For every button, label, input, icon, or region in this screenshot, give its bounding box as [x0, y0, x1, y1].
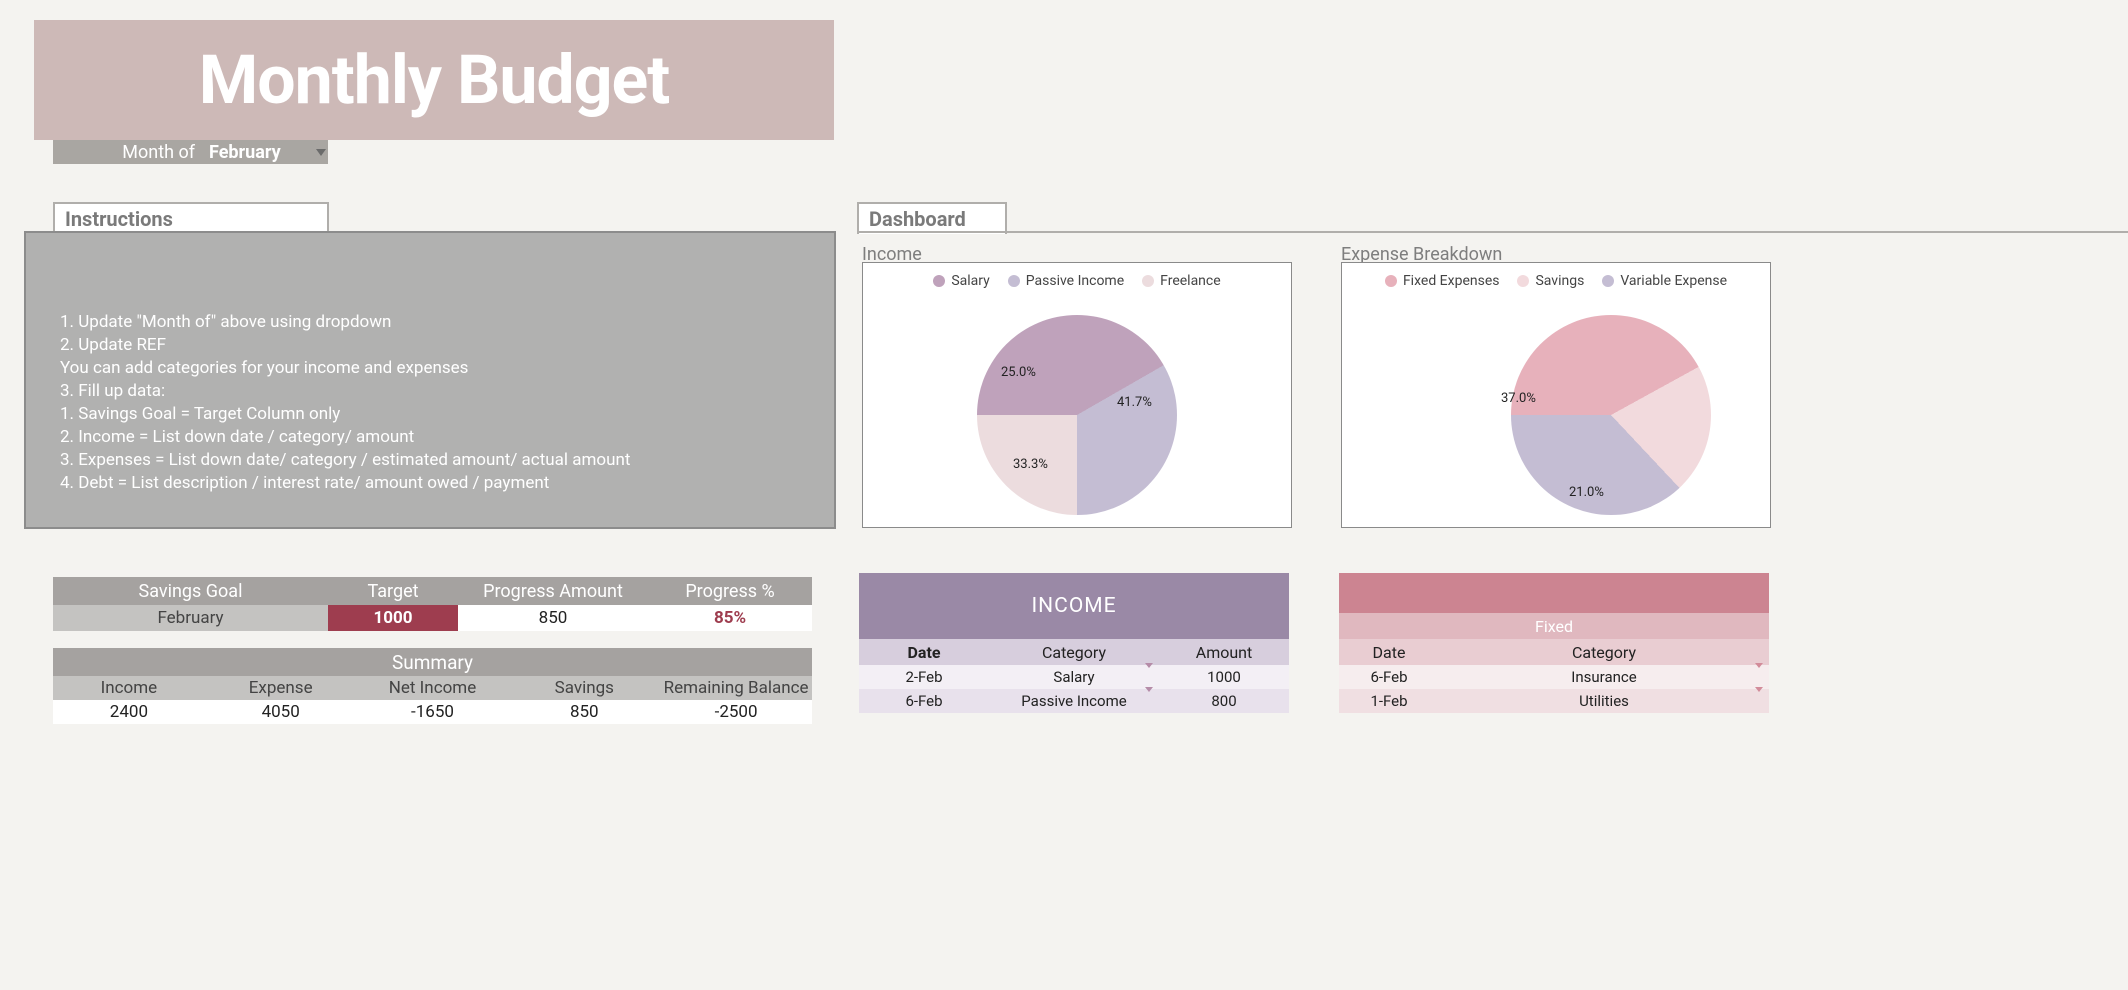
dashboard-tab: Dashboard: [857, 202, 1007, 234]
instruction-line: 2. Update REF: [60, 334, 800, 357]
legend-item: Salary: [933, 273, 989, 289]
summary-expense-header: Expense: [205, 676, 357, 700]
chevron-down-icon[interactable]: [1755, 668, 1763, 686]
legend-swatch: [1602, 275, 1614, 287]
instruction-line: 2. Income = List down date / category/ a…: [60, 426, 800, 449]
pie-slice-label: 41.7%: [1117, 395, 1152, 410]
month-of-label: Month of: [53, 142, 203, 163]
savings-target-cell[interactable]: 1000: [328, 605, 458, 631]
income-amount-cell[interactable]: 1000: [1159, 665, 1289, 689]
pie-slice-label: 33.3%: [1013, 457, 1048, 472]
income-category-cell[interactable]: Salary: [989, 665, 1159, 689]
fixed-title-bar: [1339, 573, 1769, 613]
income-date-cell[interactable]: 2-Feb: [859, 665, 989, 689]
income-table-header: Date Category Amount: [859, 639, 1289, 665]
instruction-line: 4. Debt = List description / interest ra…: [60, 472, 800, 495]
instructions-tab: Instructions: [53, 202, 329, 234]
income-legend: Salary Passive Income Freelance: [863, 273, 1291, 289]
savings-goal-table: Savings Goal Target Progress Amount Prog…: [53, 577, 812, 631]
chevron-down-icon[interactable]: [1145, 668, 1153, 686]
summary-remaining-header: Remaining Balance: [660, 676, 812, 700]
income-amount-header: Amount: [1159, 639, 1289, 665]
month-of-value: February: [203, 142, 314, 163]
table-row[interactable]: 6-Feb Passive Income 800: [859, 689, 1289, 713]
instruction-line: You can add categories for your income a…: [60, 357, 800, 380]
income-pie-chart: Salary Passive Income Freelance 41.7% 33…: [862, 262, 1292, 528]
expense-legend: Fixed Expenses Savings Variable Expense: [1342, 273, 1770, 289]
summary-expense-cell[interactable]: 4050: [205, 700, 357, 724]
summary-income-header: Income: [53, 676, 205, 700]
fixed-date-cell[interactable]: 1-Feb: [1339, 689, 1439, 713]
income-date-header: Date: [859, 639, 989, 665]
target-header: Target: [328, 577, 458, 605]
legend-label: Savings: [1535, 273, 1584, 289]
legend-item: Freelance: [1142, 273, 1221, 289]
pie-slice-label: 37.0%: [1501, 391, 1536, 406]
legend-label: Freelance: [1160, 273, 1221, 289]
savings-goal-header: Savings Goal: [53, 577, 328, 605]
fixed-expenses-table: Fixed Date Category 6-Feb Insurance 1-Fe…: [1339, 573, 1769, 713]
instruction-line: 3. Fill up data:: [60, 380, 800, 403]
income-date-cell[interactable]: 6-Feb: [859, 689, 989, 713]
instruction-line: 1. Savings Goal = Target Column only: [60, 403, 800, 426]
fixed-table-header: Date Category: [1339, 639, 1769, 665]
fixed-date-header: Date: [1339, 639, 1439, 665]
chevron-down-icon[interactable]: [314, 149, 328, 156]
instruction-line: 3. Expenses = List down date/ category /…: [60, 449, 800, 472]
income-table: INCOME Date Category Amount 2-Feb Salary…: [859, 573, 1289, 713]
summary-title: Summary: [53, 648, 812, 676]
legend-label: Passive Income: [1026, 273, 1124, 289]
expense-pie-chart: Fixed Expenses Savings Variable Expense …: [1341, 262, 1771, 528]
pie-graphic: 41.7% 33.3% 25.0%: [977, 315, 1177, 515]
legend-label: Fixed Expenses: [1403, 273, 1500, 289]
fixed-category-cell[interactable]: Insurance: [1439, 665, 1769, 689]
page-title: Monthly Budget: [199, 40, 670, 120]
income-category-header: Category: [989, 639, 1159, 665]
savings-month-cell[interactable]: February: [53, 605, 328, 631]
pie-graphic: 37.0% 21.0%: [1511, 315, 1711, 515]
instructions-box: 1. Update "Month of" above using dropdow…: [24, 231, 836, 529]
legend-swatch: [1142, 275, 1154, 287]
legend-swatch: [1517, 275, 1529, 287]
table-row[interactable]: 2-Feb Salary 1000: [859, 665, 1289, 689]
fixed-date-cell[interactable]: 6-Feb: [1339, 665, 1439, 689]
legend-item: Variable Expense: [1602, 273, 1727, 289]
summary-savings-header: Savings: [508, 676, 660, 700]
legend-item: Fixed Expenses: [1385, 273, 1500, 289]
savings-progress-pct-cell[interactable]: 85%: [648, 605, 812, 631]
summary-table: Summary Income Expense Net Income Saving…: [53, 648, 812, 724]
income-category-cell[interactable]: Passive Income: [989, 689, 1159, 713]
fixed-category-cell[interactable]: Utilities: [1439, 689, 1769, 713]
summary-net-header: Net Income: [357, 676, 509, 700]
income-amount-cell[interactable]: 800: [1159, 689, 1289, 713]
pie-slice-label: 25.0%: [1001, 365, 1036, 380]
table-row[interactable]: 6-Feb Insurance: [1339, 665, 1769, 689]
progress-pct-header: Progress %: [648, 577, 812, 605]
summary-income-cell[interactable]: 2400: [53, 700, 205, 724]
title-banner: Monthly Budget: [34, 20, 834, 140]
chevron-down-icon[interactable]: [1755, 692, 1763, 710]
fixed-sub-label: Fixed: [1339, 613, 1769, 639]
summary-savings-cell[interactable]: 850: [508, 700, 660, 724]
legend-label: Variable Expense: [1620, 273, 1727, 289]
progress-amount-header: Progress Amount: [458, 577, 648, 605]
chevron-down-icon[interactable]: [1145, 692, 1153, 710]
dashboard-divider: [857, 231, 2128, 233]
month-selector[interactable]: Month of February: [53, 140, 328, 164]
legend-swatch: [1385, 275, 1397, 287]
pie-slice-label: 21.0%: [1569, 485, 1604, 500]
instruction-line: 1. Update "Month of" above using dropdow…: [60, 311, 800, 334]
table-row[interactable]: 1-Feb Utilities: [1339, 689, 1769, 713]
legend-item: Savings: [1517, 273, 1584, 289]
summary-remaining-cell[interactable]: -2500: [660, 700, 812, 724]
fixed-category-header: Category: [1439, 639, 1769, 665]
summary-net-cell[interactable]: -1650: [357, 700, 509, 724]
savings-progress-amount-cell[interactable]: 850: [458, 605, 648, 631]
legend-label: Salary: [951, 273, 989, 289]
legend-item: Passive Income: [1008, 273, 1124, 289]
legend-swatch: [1008, 275, 1020, 287]
income-table-title: INCOME: [859, 573, 1289, 639]
legend-swatch: [933, 275, 945, 287]
